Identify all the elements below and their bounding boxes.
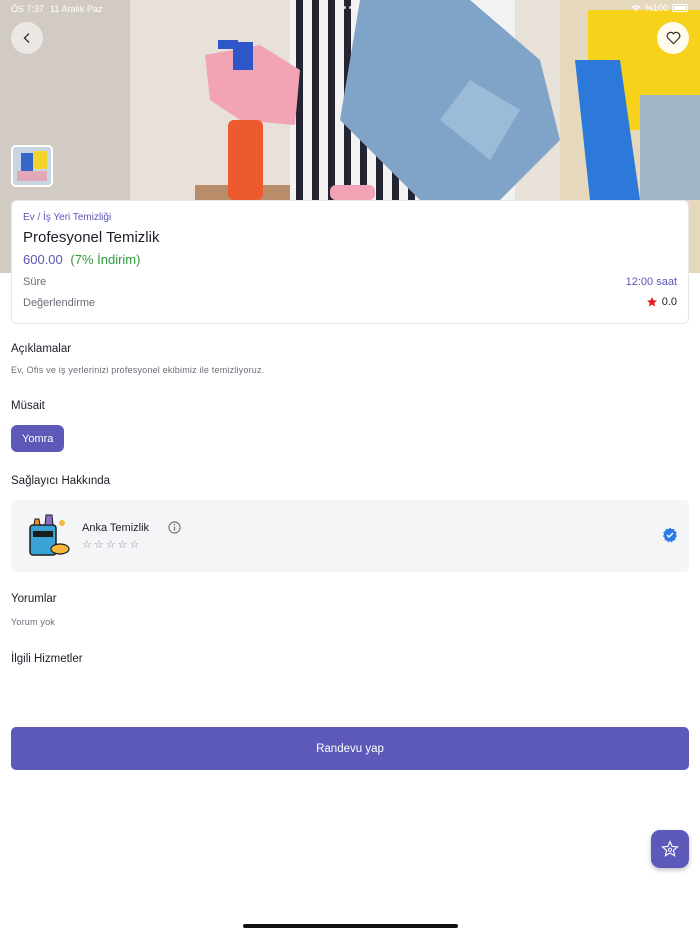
rating-label: Değerlendirme bbox=[23, 297, 96, 309]
back-button[interactable] bbox=[11, 22, 43, 54]
heart-icon bbox=[666, 31, 680, 45]
battery-percent: %100 bbox=[644, 3, 668, 13]
rating-value: 0.0 bbox=[661, 296, 677, 308]
discount-badge: (7% İndirim) bbox=[70, 252, 141, 267]
availability-title: Müsait bbox=[11, 400, 45, 412]
favorite-button[interactable] bbox=[657, 22, 689, 54]
location-chip[interactable]: Yomra bbox=[11, 425, 65, 452]
status-indicators: %100 bbox=[631, 3, 688, 13]
wifi-icon bbox=[631, 5, 641, 12]
service-category[interactable]: Ev / İş Yeri Temizliği bbox=[23, 212, 111, 223]
status-bar: ÖS 7:37 11 Aralık Paz %100 bbox=[0, 0, 700, 18]
verified-badge-icon bbox=[663, 527, 677, 543]
service-price: 600.00 bbox=[23, 252, 63, 267]
chevron-left-icon bbox=[23, 33, 30, 43]
service-info-card: Ev / İş Yeri Temizliği Profesyonel Temiz… bbox=[11, 200, 689, 324]
rating-value-wrap: 0.0 bbox=[646, 296, 677, 308]
battery-icon bbox=[672, 4, 688, 12]
status-date: 11 Aralık Paz bbox=[50, 4, 103, 14]
related-services-title: İlgili Hizmetler bbox=[11, 653, 83, 665]
description-text: Ev, Ofis ve iş yerlerinizi profesyonel e… bbox=[11, 365, 265, 375]
status-time: ÖS 7:37 bbox=[11, 4, 45, 14]
provider-stars: ☆☆☆☆☆ bbox=[82, 539, 142, 551]
reviews-empty-text: Yorum yok bbox=[11, 617, 55, 627]
provider-card[interactable]: Anka Temizlik ☆☆☆☆☆ bbox=[11, 500, 689, 572]
thumbnail-image bbox=[13, 147, 51, 185]
provider-name[interactable]: Anka Temizlik bbox=[82, 522, 149, 534]
book-appointment-button[interactable]: Randevu yap bbox=[11, 727, 689, 770]
provider-section-title: Sağlayıcı Hakkında bbox=[11, 475, 111, 487]
star-outline-icon bbox=[661, 840, 679, 857]
info-icon[interactable] bbox=[168, 521, 181, 534]
reviews-title: Yorumlar bbox=[11, 593, 57, 605]
service-title: Profesyonel Temizlik bbox=[23, 229, 160, 246]
duration-label: Süre bbox=[23, 276, 47, 288]
provider-logo bbox=[29, 514, 70, 556]
home-indicator bbox=[243, 924, 458, 928]
duration-value: 12:00 saat bbox=[625, 276, 677, 288]
star-icon bbox=[646, 297, 657, 307]
description-title: Açıklamalar bbox=[11, 343, 72, 355]
multitask-dots bbox=[343, 6, 358, 9]
gallery-thumbnail[interactable] bbox=[11, 145, 53, 187]
price-row: 600.00 (7% İndirim) bbox=[23, 252, 140, 267]
floating-action-button[interactable] bbox=[651, 830, 689, 868]
